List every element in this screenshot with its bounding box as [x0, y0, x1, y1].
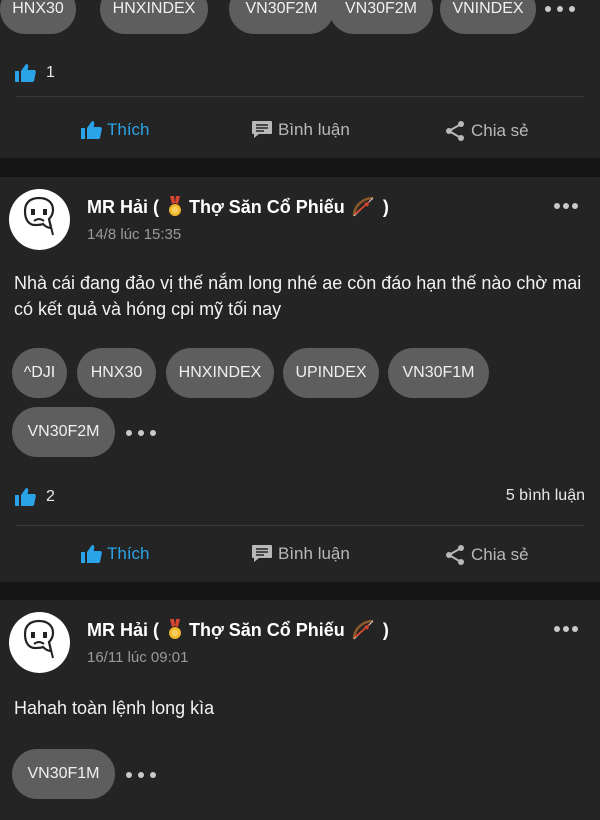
divider — [16, 96, 584, 97]
author-name-text: MR Hải ( — [87, 619, 159, 640]
tag-chip[interactable]: VN30F2M — [12, 407, 115, 457]
thumbs-up-icon — [15, 488, 36, 506]
post-text: Hahah toàn lệnh long kìa — [14, 698, 215, 718]
more-icon[interactable] — [554, 625, 578, 633]
bow-icon — [351, 619, 375, 641]
comment-button[interactable]: Bình luận — [251, 120, 350, 140]
comment-icon — [252, 121, 272, 138]
tag-chip[interactable]: HNX30 — [0, 0, 76, 34]
author-close: ) — [382, 619, 389, 640]
like-button-label: Thích — [107, 544, 150, 563]
tag-chip[interactable]: HNX30 — [77, 348, 156, 398]
tag-chip[interactable]: UPINDEX — [283, 348, 379, 398]
tag-chip[interactable]: VN30F1M — [12, 749, 115, 799]
author-title: Thợ Săn Cổ Phiếu — [189, 196, 345, 217]
tag-chip[interactable]: ^DJI — [12, 348, 67, 398]
like-button[interactable]: Thích — [80, 120, 150, 140]
author-name[interactable]: MR Hải ( Thợ Săn Cổ Phiếu ) — [87, 619, 389, 641]
more-icon[interactable] — [554, 202, 578, 210]
post-card: HNX30 HNXINDEX VN30F2M VN30F2M VNINDEX 1… — [0, 0, 600, 158]
timestamp: 16/11 lúc 09:01 — [87, 649, 189, 666]
like-count-value: 1 — [46, 64, 55, 81]
thumbs-up-icon — [81, 121, 102, 139]
medal-icon — [167, 619, 183, 641]
tag-chip[interactable]: VN30F1M — [388, 348, 489, 398]
more-tags-icon[interactable] — [126, 428, 156, 438]
like-count[interactable]: 2 — [14, 487, 55, 507]
share-button[interactable]: Chia sẻ — [444, 544, 529, 566]
tag-chip[interactable]: HNXINDEX — [166, 348, 274, 398]
comment-button-label: Bình luận — [278, 120, 350, 139]
more-tags-icon[interactable] — [545, 4, 575, 14]
share-button-label: Chia sẻ — [471, 545, 529, 564]
post-card: MR Hải ( Thợ Săn Cổ Phiếu ) 16/11 lúc 09… — [0, 600, 600, 820]
share-button[interactable]: Chia sẻ — [444, 120, 529, 142]
bow-icon — [351, 196, 375, 218]
tag-chip[interactable]: VN30F2M — [229, 0, 334, 34]
comment-count[interactable]: 5 bình luận — [506, 487, 585, 505]
avatar[interactable] — [9, 612, 70, 673]
share-button-label: Chia sẻ — [471, 121, 529, 140]
divider — [16, 525, 584, 526]
like-button-label: Thích — [107, 120, 150, 139]
comment-button-label: Bình luận — [278, 544, 350, 563]
author-title: Thợ Săn Cổ Phiếu — [189, 619, 345, 640]
share-icon — [446, 121, 464, 141]
avatar[interactable] — [9, 189, 70, 250]
comment-button[interactable]: Bình luận — [251, 544, 350, 564]
tag-chip[interactable]: VN30F2M — [329, 0, 433, 34]
author-name-text: MR Hải ( — [87, 196, 159, 217]
author-name[interactable]: MR Hải ( Thợ Săn Cổ Phiếu ) — [87, 196, 389, 218]
like-count-value: 2 — [46, 488, 55, 505]
tag-chip[interactable]: VNINDEX — [440, 0, 536, 34]
comment-icon — [252, 545, 272, 562]
post-text: Nhà cái đang đảo vị thế nắm long nhé ae … — [14, 273, 582, 319]
like-count[interactable]: 1 — [14, 63, 55, 83]
more-tags-icon[interactable] — [126, 770, 156, 780]
thumbs-up-icon — [15, 64, 36, 82]
timestamp: 14/8 lúc 15:35 — [87, 226, 182, 243]
medal-icon — [167, 196, 183, 218]
post-card: MR Hải ( Thợ Săn Cổ Phiếu ) 14/8 lúc 15:… — [0, 177, 600, 582]
thumbs-up-icon — [81, 545, 102, 563]
author-close: ) — [382, 196, 389, 217]
tag-chip[interactable]: HNXINDEX — [100, 0, 208, 34]
share-icon — [446, 545, 464, 565]
like-button[interactable]: Thích — [80, 544, 150, 564]
